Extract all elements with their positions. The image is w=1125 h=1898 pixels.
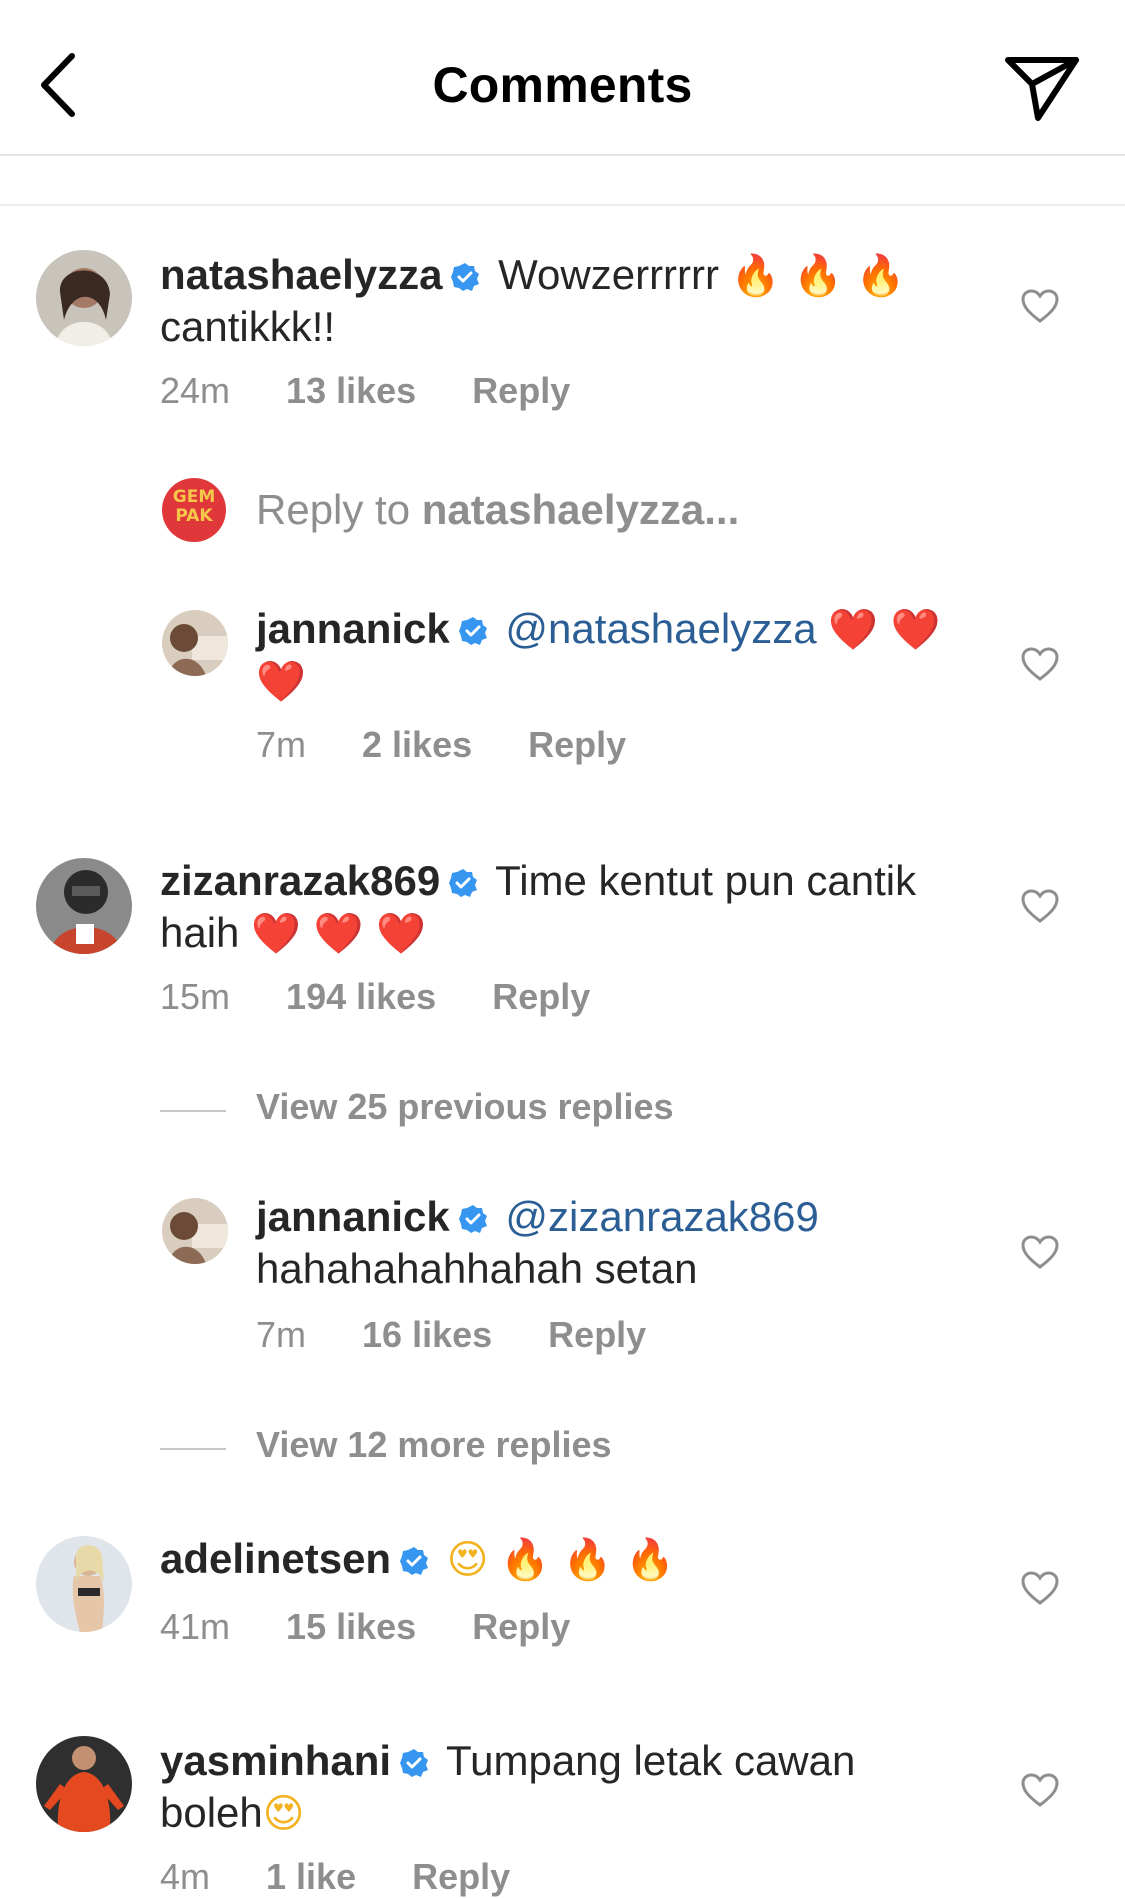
page-title: Comments [432,57,693,113]
likes-count[interactable]: 16 likes [362,1314,492,1356]
heart-outline-icon [1021,289,1059,323]
heart-outline-icon [1021,889,1059,923]
avatar[interactable] [162,610,228,676]
reply-button[interactable]: Reply [492,976,590,1018]
reply-prompt-text: Reply to natashaelyzza... [256,486,739,534]
verified-badge-icon [458,607,488,656]
heart-outline-icon [1021,1773,1059,1807]
comment-meta: 41m 15 likes Reply [160,1606,570,1648]
comment-meta: 24m 13 likes Reply [160,370,570,412]
heart-emoji: ❤️ ❤️ ❤️ [251,911,426,957]
reply-button[interactable]: Reply [412,1856,510,1898]
like-button[interactable] [1020,1570,1060,1606]
heart-outline-icon [1021,1571,1059,1605]
like-button[interactable] [1020,1234,1060,1270]
send-button[interactable] [1002,50,1082,125]
comment-body: yasminhani Tumpang letak cawan boleh😍 [160,1736,980,1839]
reply-prompt-prefix: Reply to [256,486,411,533]
view-replies-label: View 25 previous replies [256,1086,674,1127]
reply-to-prompt[interactable]: GEM PAK Reply to natashaelyzza... [160,474,960,544]
verified-badge-icon [458,1195,488,1244]
comment-text-line2: haih [160,909,240,956]
heart-emoji: ❤️ ❤️ [828,607,941,653]
heart-outline-icon [1021,647,1059,681]
reply-meta: 7m 16 likes Reply [256,1314,646,1356]
mention-link[interactable]: @natashaelyzza [505,605,816,652]
heart-emoji: ❤️ [256,659,306,705]
comment-text-line2: boleh [160,1789,263,1836]
gempak-avatar: GEM PAK [162,478,226,542]
avatar[interactable] [162,1198,228,1264]
reply-button[interactable]: Reply [548,1314,646,1356]
mention-link[interactable]: @zizanrazak869 [505,1193,818,1240]
verified-badge-icon [450,253,480,302]
heart-eyes-emoji: 😍 [262,1791,305,1837]
likes-count[interactable]: 13 likes [286,370,416,412]
verified-badge-icon [399,1537,429,1586]
comment-username[interactable]: adelinetsen [160,1535,391,1582]
comment-body: natashaelyzza Wowzerrrrrr 🔥 🔥 🔥 cantikkk… [160,250,980,351]
reply-body: jannanick @natashaelyzza ❤️ ❤️ ❤️ [256,604,981,707]
avatar[interactable] [36,250,132,346]
fire-emoji: 🔥 🔥 🔥 [500,1537,675,1583]
avatar[interactable] [36,858,132,954]
comment-time: 15m [160,976,231,1017]
reply-body: jannanick @zizanrazak869 hahahahahhahah … [256,1192,981,1293]
likes-count[interactable]: 1 like [266,1856,356,1898]
comment-meta: 4m 1 like Reply [160,1856,510,1898]
avatar[interactable] [36,1736,132,1832]
thread-line [160,1110,226,1112]
like-button[interactable] [1020,288,1060,324]
comment-username[interactable]: zizanrazak869 [160,857,440,904]
reply-button[interactable]: Reply [472,1606,570,1648]
view-replies-label: View 12 more replies [256,1424,612,1465]
like-button[interactable] [1020,888,1060,924]
reply-prompt-target: natashaelyzza... [421,486,740,533]
reply-time: 7m [256,724,307,765]
reply-username[interactable]: jannanick [256,1193,450,1240]
thread-line [160,1448,226,1450]
gempak-logo: GEM PAK [172,487,216,526]
comment-text-line2: cantikkk!! [160,303,336,350]
reply-button[interactable]: Reply [472,370,570,412]
avatar[interactable] [36,1536,132,1632]
comment-time: 4m [160,1856,211,1897]
comment-text: Wowzerrrrrr [498,251,720,298]
heart-eyes-emoji: 😍 [446,1537,489,1583]
top-bar: Comments [0,0,1125,156]
like-button[interactable] [1020,1772,1060,1808]
comment-body: zizanrazak869 Time kentut pun cantik hai… [160,856,980,959]
comment-meta: 15m 194 likes Reply [160,976,590,1018]
comment-text: Time kentut pun cantik [495,857,917,904]
comment-username[interactable]: natashaelyzza [160,251,442,298]
likes-count[interactable]: 2 likes [362,724,472,766]
comment-time: 24m [160,370,231,411]
fire-emoji: 🔥 🔥 🔥 [730,253,906,299]
reply-meta: 7m 2 likes Reply [256,724,626,766]
comment-time: 41m [160,1606,231,1647]
verified-badge-icon [448,859,478,908]
divider [0,204,1125,206]
likes-count[interactable]: 194 likes [286,976,436,1018]
reply-time: 7m [256,1314,307,1355]
like-button[interactable] [1020,646,1060,682]
comment-text: Tumpang letak cawan [446,1737,856,1784]
reply-button[interactable]: Reply [528,724,626,766]
reply-username[interactable]: jannanick [256,605,450,652]
likes-count[interactable]: 15 likes [286,1606,416,1648]
heart-outline-icon [1021,1235,1059,1269]
verified-badge-icon [399,1739,429,1788]
comment-username[interactable]: yasminhani [160,1737,391,1784]
comment-body: adelinetsen 😍 🔥 🔥 🔥 [160,1534,980,1586]
reply-text: hahahahahhahah setan [256,1245,698,1292]
paper-plane-icon [1005,57,1079,121]
